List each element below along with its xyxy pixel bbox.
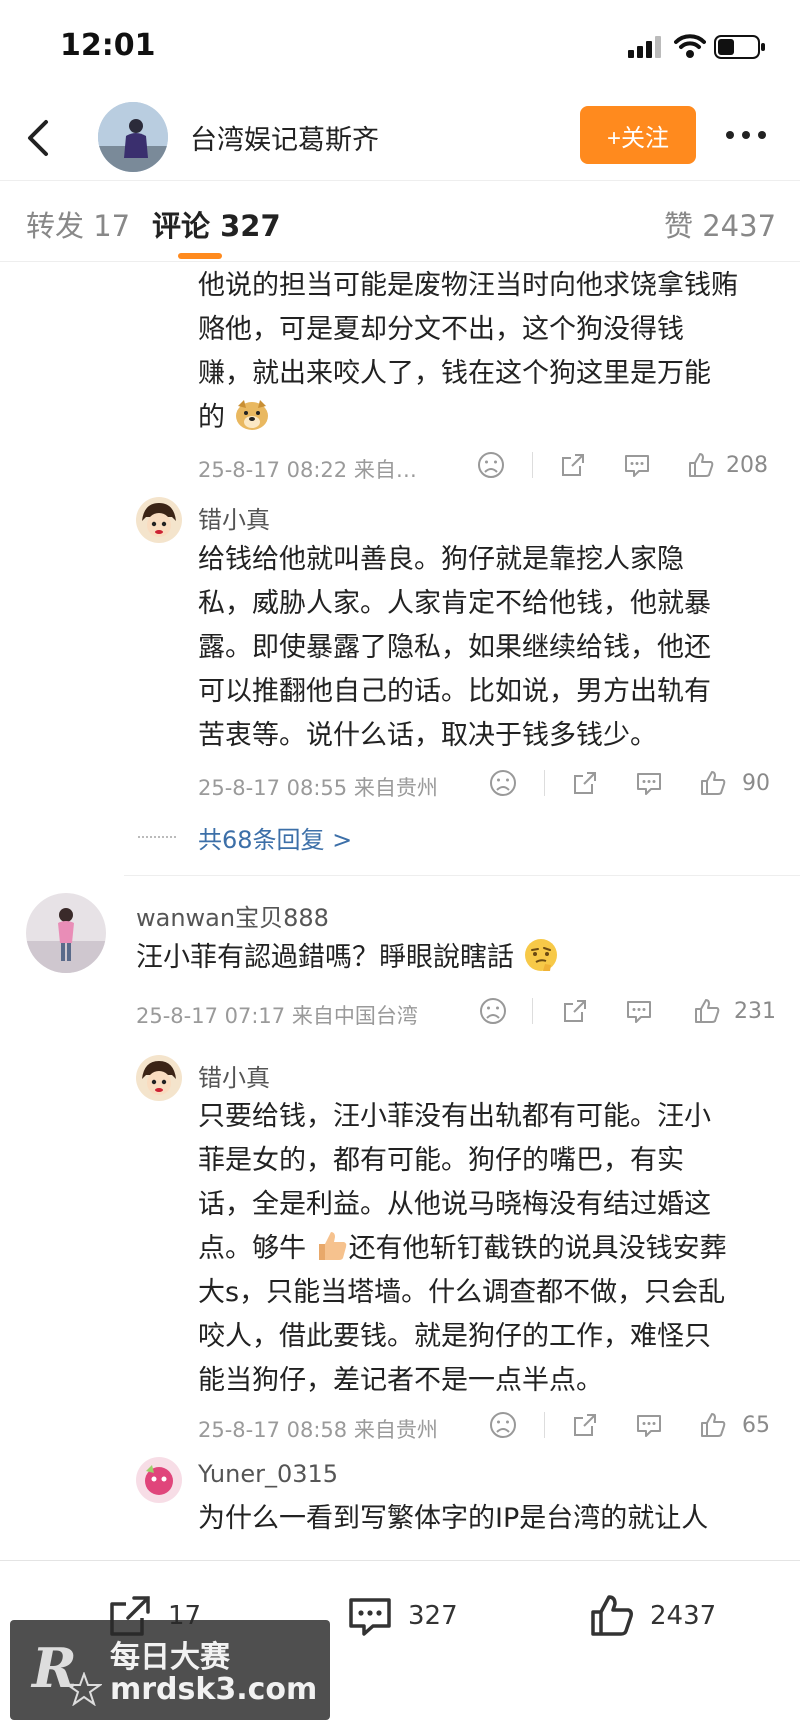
like-count: 65	[742, 1413, 770, 1438]
tab-comments[interactable]: 评论 327	[152, 203, 281, 245]
status-bar: 12:01	[0, 0, 800, 96]
reply-username[interactable]: 错小真	[198, 500, 270, 535]
signal-icon	[628, 36, 661, 58]
comment-icon[interactable]	[624, 996, 654, 1026]
reply-meta: 25-8-17 08:22 来自… 208	[198, 446, 798, 486]
like-icon[interactable]	[692, 996, 722, 1026]
comment-icon[interactable]	[634, 768, 664, 798]
active-tab-indicator	[178, 253, 222, 259]
dislike-icon[interactable]	[488, 768, 518, 798]
view-more-replies-link[interactable]: 共68条回复 >	[198, 820, 352, 855]
reply-username[interactable]: 错小真	[198, 1058, 270, 1093]
comment-icon[interactable]	[622, 450, 652, 480]
reply-timestamp: 25-8-17 08:55 来自贵州	[198, 776, 438, 800]
like-button[interactable]: 2437	[588, 1591, 716, 1641]
watermark-url: mrdsk3.com	[110, 1672, 318, 1707]
comment-divider	[124, 875, 800, 876]
share-icon[interactable]	[558, 450, 588, 480]
share-icon[interactable]	[560, 996, 590, 1026]
comment-meta: 25-8-17 07:17 来自中国台湾 231	[136, 992, 776, 1032]
thumbs-up-emoji-icon	[318, 1232, 346, 1260]
dislike-icon[interactable]	[478, 996, 508, 1026]
reply-timestamp: 25-8-17 08:58 来自贵州	[198, 1418, 438, 1442]
reply-avatar[interactable]	[136, 497, 182, 543]
share-icon[interactable]	[570, 1410, 600, 1440]
follow-button[interactable]: +关注	[580, 106, 696, 164]
reply-text: 为什么一看到写繁体字的IP是台湾的就让人	[198, 1503, 709, 1534]
reply-text: 给钱给他就叫善良。狗仔就是靠挖人家隐 私，威胁人家。人家肯定不给他钱，他就暴 露…	[198, 544, 711, 751]
like-icon[interactable]	[698, 1410, 728, 1440]
comment-icon	[349, 1598, 391, 1636]
reply-username[interactable]: Yuner_0315	[198, 1460, 338, 1488]
post-header: 台湾娱记葛斯齐 +关注	[0, 96, 800, 180]
comment-button[interactable]: 327	[346, 1591, 458, 1641]
reply-text: 只要给钱，汪小菲没有出轨都有可能。汪小 菲是女的，都有可能。狗仔的嘴巴，有实 话…	[198, 1101, 727, 1396]
tab-reposts[interactable]: 转发 17	[26, 203, 130, 245]
like-count: 231	[734, 999, 776, 1024]
tab-likes[interactable]: 赞 2437	[664, 203, 776, 245]
more-options-icon[interactable]	[726, 124, 774, 146]
comment-icon[interactable]	[634, 1410, 664, 1440]
reply-text: 他说的担当可能是废物汪当时向他求饶拿钱贿 赂他，可是夏却分文不出，这个狗没得钱 …	[198, 270, 738, 433]
status-time: 12:01	[60, 28, 156, 63]
reply-meta: 25-8-17 08:58 来自贵州 65	[198, 1406, 798, 1446]
like-count: 2437	[650, 1601, 717, 1631]
comment-count: 327	[408, 1601, 458, 1631]
comment-text: 汪小菲有認過錯嗎？睜眼說瞎話	[136, 936, 756, 980]
commenter-username[interactable]: wanwan宝贝888	[136, 898, 329, 933]
like-icon[interactable]	[686, 450, 716, 480]
reply-meta: 25-8-17 08:55 来自贵州 90	[198, 764, 798, 804]
more-replies-dots	[138, 836, 176, 838]
like-icon	[591, 1595, 633, 1636]
reply-timestamp: 25-8-17 08:22 来自…	[198, 458, 417, 482]
share-icon[interactable]	[570, 768, 600, 798]
battery-icon	[714, 35, 765, 59]
reply-avatar[interactable]	[136, 1457, 182, 1503]
doge-emoji-icon	[235, 400, 268, 430]
commenter-avatar[interactable]	[26, 893, 106, 973]
like-icon[interactable]	[698, 768, 728, 798]
author-avatar[interactable]	[98, 102, 168, 172]
reply-avatar[interactable]	[136, 1055, 182, 1101]
star-icon	[66, 1672, 102, 1706]
like-count: 90	[742, 771, 770, 796]
wifi-icon	[674, 34, 706, 58]
tab-bar: 转发 17 评论 327 赞 2437	[0, 180, 800, 262]
watermark: R 每日大赛 mrdsk3.com	[10, 1620, 330, 1720]
dislike-icon[interactable]	[488, 1410, 518, 1440]
author-name[interactable]: 台湾娱记葛斯齐	[190, 118, 379, 157]
comment-timestamp: 25-8-17 07:17 来自中国台湾	[136, 1004, 418, 1028]
like-count: 208	[726, 453, 768, 478]
dislike-icon[interactable]	[476, 450, 506, 480]
back-icon[interactable]	[20, 114, 60, 162]
thinking-emoji-icon	[524, 939, 557, 971]
watermark-title: 每日大赛	[110, 1640, 230, 1675]
